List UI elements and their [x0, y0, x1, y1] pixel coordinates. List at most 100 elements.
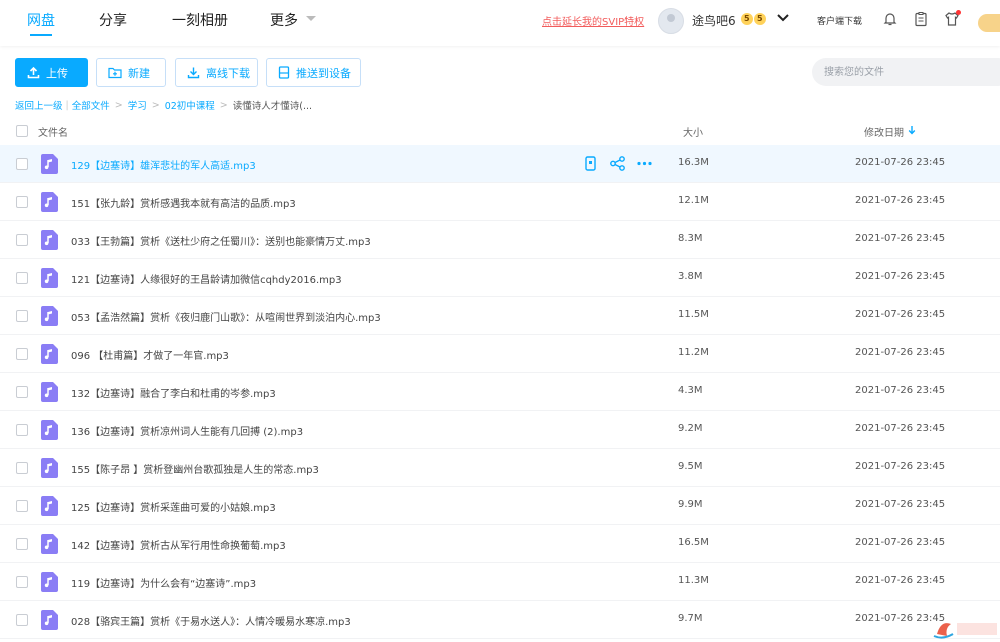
nav-tab-more[interactable]: 更多 — [270, 10, 298, 30]
share-icon[interactable] — [609, 155, 626, 172]
row-checkbox[interactable] — [16, 424, 28, 436]
bell-icon[interactable] — [882, 11, 898, 27]
offline-download-label: 离线下载 — [206, 66, 250, 80]
download-icon — [187, 67, 200, 79]
audio-file-icon — [41, 154, 58, 174]
table-row[interactable]: 151【张九龄】赏析感遇我本就有高洁的品质.mp3 12.1M 2021-07-26… — [0, 183, 1000, 221]
row-actions — [582, 155, 653, 172]
upload-icon — [27, 66, 40, 79]
upload-button[interactable]: 上传 — [15, 58, 88, 87]
file-name[interactable]: 053【孟浩然篇】赏析《夜归鹿门山歌》：从喧闹世界到淡泊内心.mp3 — [71, 309, 381, 324]
row-checkbox[interactable] — [16, 500, 28, 512]
breadcrumb-item[interactable]: 02初中课程 — [165, 98, 215, 112]
column-header-date[interactable]: 修改日期 — [864, 124, 904, 139]
file-size: 3.8M — [678, 271, 703, 282]
clipboard-icon[interactable] — [913, 11, 929, 27]
row-checkbox[interactable] — [16, 538, 28, 550]
file-modified-date: 2021-07-26 23:45 — [855, 195, 946, 206]
nav-active-underline — [30, 34, 52, 36]
username[interactable]: 途鸟吧6 — [692, 12, 736, 29]
file-size: 16.3M — [678, 157, 709, 168]
notification-dot — [956, 10, 961, 15]
file-size: 11.3M — [678, 575, 709, 586]
table-row[interactable]: 129【边塞诗】雄浑悲壮的军人高适.mp3 16.3M 2021-07-26 23:… — [0, 145, 1000, 183]
file-name[interactable]: 155【陈子昂 】赏析登幽州台歌孤独是人生的常态.mp3 — [71, 461, 319, 476]
nav-tab-netdisk[interactable]: 网盘 — [27, 10, 55, 30]
file-size: 9.9M — [678, 499, 703, 510]
table-row[interactable]: 155【陈子昂 】赏析登幽州台歌孤独是人生的常态.mp3 9.5M 2021-07-… — [0, 449, 1000, 487]
audio-file-icon — [41, 610, 58, 630]
file-name[interactable]: 033【王勃篇】赏析《送杜少府之任蜀川》：送别也能豪情万丈.mp3 — [71, 233, 371, 248]
breadcrumb-all-files[interactable]: 全部文件 — [72, 98, 110, 112]
audio-file-icon — [41, 458, 58, 478]
audio-file-icon — [41, 382, 58, 402]
breadcrumb-back[interactable]: 返回上一级 — [15, 98, 63, 112]
file-size: 11.5M — [678, 309, 709, 320]
file-modified-date: 2021-07-26 23:45 — [855, 423, 946, 434]
breadcrumb-separator: > — [151, 99, 160, 111]
column-header-name[interactable]: 文件名 — [38, 124, 68, 139]
new-folder-button[interactable]: 新建 — [96, 58, 166, 87]
sort-down-arrow-icon[interactable] — [908, 125, 916, 135]
table-row[interactable]: 121【边塞诗】人缘很好的王昌龄请加微信cqhdy2016.mp3 3.8M 202… — [0, 259, 1000, 297]
file-modified-date: 2021-07-26 23:45 — [855, 233, 946, 244]
user-menu-chevron-icon[interactable] — [776, 12, 790, 24]
breadcrumb-separator: > — [219, 99, 228, 111]
nav-tab-album[interactable]: 一刻相册 — [172, 10, 228, 30]
table-row[interactable]: 033【王勃篇】赏析《送杜少府之任蜀川》：送别也能豪情万丈.mp3 8.3M 202… — [0, 221, 1000, 259]
table-row[interactable]: 096 【杜甫篇】才做了一年官.mp3 11.2M 2021-07-26 23:45 — [0, 335, 1000, 373]
push-device-button[interactable]: 推送到设备 — [266, 58, 361, 87]
row-checkbox[interactable] — [16, 462, 28, 474]
table-row[interactable]: 053【孟浩然篇】赏析《夜归鹿门山歌》：从喧闹世界到淡泊内心.mp3 11.5M 2… — [0, 297, 1000, 335]
file-name[interactable]: 121【边塞诗】人缘很好的王昌龄请加微信cqhdy2016.mp3 — [71, 271, 342, 286]
table-row[interactable]: 028【骆宾王篇】赏析《于易水送人》：人情冷暖易水寒凉.mp3 9.7M 2021-… — [0, 601, 1000, 639]
vip-pill[interactable] — [978, 14, 1000, 32]
offline-download-button[interactable]: 离线下载 — [175, 58, 258, 87]
file-name[interactable]: 028【骆宾王篇】赏析《于易水送人》：人情冷暖易水寒凉.mp3 — [71, 613, 351, 628]
file-table-header: 文件名 大小 修改日期 — [0, 118, 1000, 144]
avatar[interactable] — [658, 8, 684, 34]
file-name[interactable]: 136【边塞诗】赏析凉州词人生能有几回搏 (2).mp3 — [71, 423, 303, 438]
table-row[interactable]: 132【边塞诗】融合了李白和杜甫的岑参.mp3 4.3M 2021-07-26 23… — [0, 373, 1000, 411]
file-name[interactable]: 142【边塞诗】赏析古从军行用性命换葡萄.mp3 — [71, 537, 286, 552]
phone-icon[interactable] — [582, 155, 599, 172]
svip-renew-link[interactable]: 点击延长我的SVIP特权 — [542, 13, 644, 28]
chevron-down-icon[interactable] — [306, 16, 316, 21]
row-checkbox[interactable] — [16, 196, 28, 208]
breadcrumb-item[interactable]: 学习 — [128, 98, 147, 112]
file-size: 11.2M — [678, 347, 709, 358]
row-checkbox[interactable] — [16, 234, 28, 246]
row-checkbox[interactable] — [16, 310, 28, 322]
nav-tab-share[interactable]: 分享 — [99, 10, 127, 30]
file-size: 4.3M — [678, 385, 703, 396]
row-checkbox[interactable] — [16, 158, 28, 170]
audio-file-icon — [41, 268, 58, 288]
row-checkbox[interactable] — [16, 614, 28, 626]
audio-file-icon — [41, 306, 58, 326]
table-row[interactable]: 136【边塞诗】赏析凉州词人生能有几回搏 (2).mp3 9.2M 2021-07-… — [0, 411, 1000, 449]
more-icon[interactable] — [636, 155, 653, 172]
select-all-checkbox[interactable] — [16, 125, 28, 137]
file-name[interactable]: 096 【杜甫篇】才做了一年官.mp3 — [71, 347, 229, 362]
new-folder-icon — [108, 67, 122, 79]
column-header-size[interactable]: 大小 — [683, 124, 703, 139]
row-checkbox[interactable] — [16, 348, 28, 360]
breadcrumb-current: 读懂诗人才懂诗(... — [232, 101, 313, 112]
file-size: 8.3M — [678, 233, 703, 244]
file-name[interactable]: 119【边塞诗】为什么会有“边塞诗”.mp3 — [71, 575, 256, 590]
file-name[interactable]: 151【张九龄】赏析感遇我本就有高洁的品质.mp3 — [71, 195, 296, 210]
row-checkbox[interactable] — [16, 386, 28, 398]
file-name[interactable]: 132【边塞诗】融合了李白和杜甫的岑参.mp3 — [71, 385, 276, 400]
table-row[interactable]: 142【边塞诗】赏析古从军行用性命换葡萄.mp3 16.5M 2021-07-26 … — [0, 525, 1000, 563]
vip-badge: 5 — [754, 13, 766, 25]
audio-file-icon — [41, 230, 58, 250]
table-row[interactable]: 125【边塞诗】赏析采莲曲可爱的小姑娘.mp3 9.9M 2021-07-26 23… — [0, 487, 1000, 525]
row-checkbox[interactable] — [16, 576, 28, 588]
client-download-link[interactable]: 客户端下载 — [817, 14, 862, 27]
search-input[interactable] — [812, 58, 1000, 86]
push-device-label: 推送到设备 — [296, 66, 351, 80]
row-checkbox[interactable] — [16, 272, 28, 284]
file-name[interactable]: 129【边塞诗】雄浑悲壮的军人高适.mp3 — [71, 157, 256, 172]
table-row[interactable]: 119【边塞诗】为什么会有“边塞诗”.mp3 11.3M 2021-07-26 23… — [0, 563, 1000, 601]
file-name[interactable]: 125【边塞诗】赏析采莲曲可爱的小姑娘.mp3 — [71, 499, 276, 514]
